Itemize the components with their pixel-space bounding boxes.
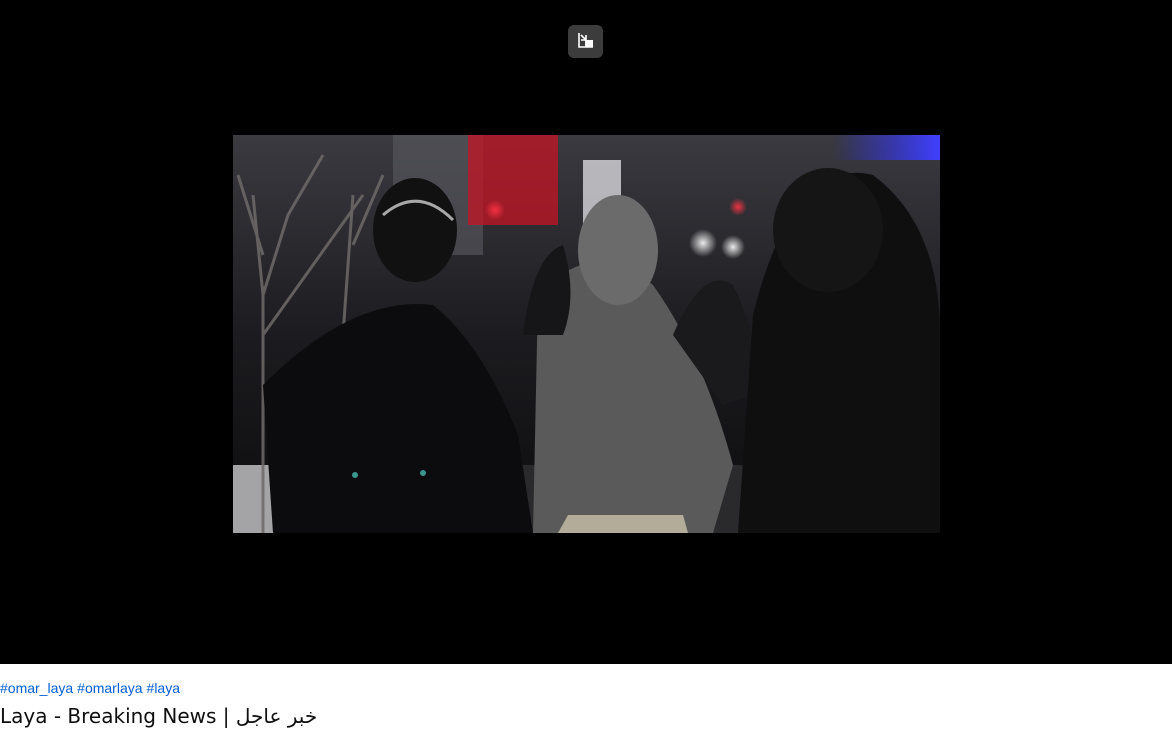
hashtag-list: #omar_laya #omarlaya #laya: [0, 679, 184, 697]
video-metadata: #omar_laya #omarlaya #laya Laya - Breaking…: [0, 664, 1172, 737]
hashtag-link[interactable]: #laya: [147, 680, 180, 696]
video-frame[interactable]: [233, 135, 940, 533]
hashtag-link[interactable]: #omarlaya: [77, 680, 142, 696]
video-still-frame: [233, 135, 940, 533]
exit-picture-in-picture-icon: [577, 31, 595, 53]
hashtag-link[interactable]: #omar_laya: [0, 680, 73, 696]
video-title: Laya - Breaking News | خبر عاجل: [0, 704, 318, 728]
exit-pip-button[interactable]: [568, 25, 603, 58]
video-player[interactable]: [0, 0, 1172, 664]
